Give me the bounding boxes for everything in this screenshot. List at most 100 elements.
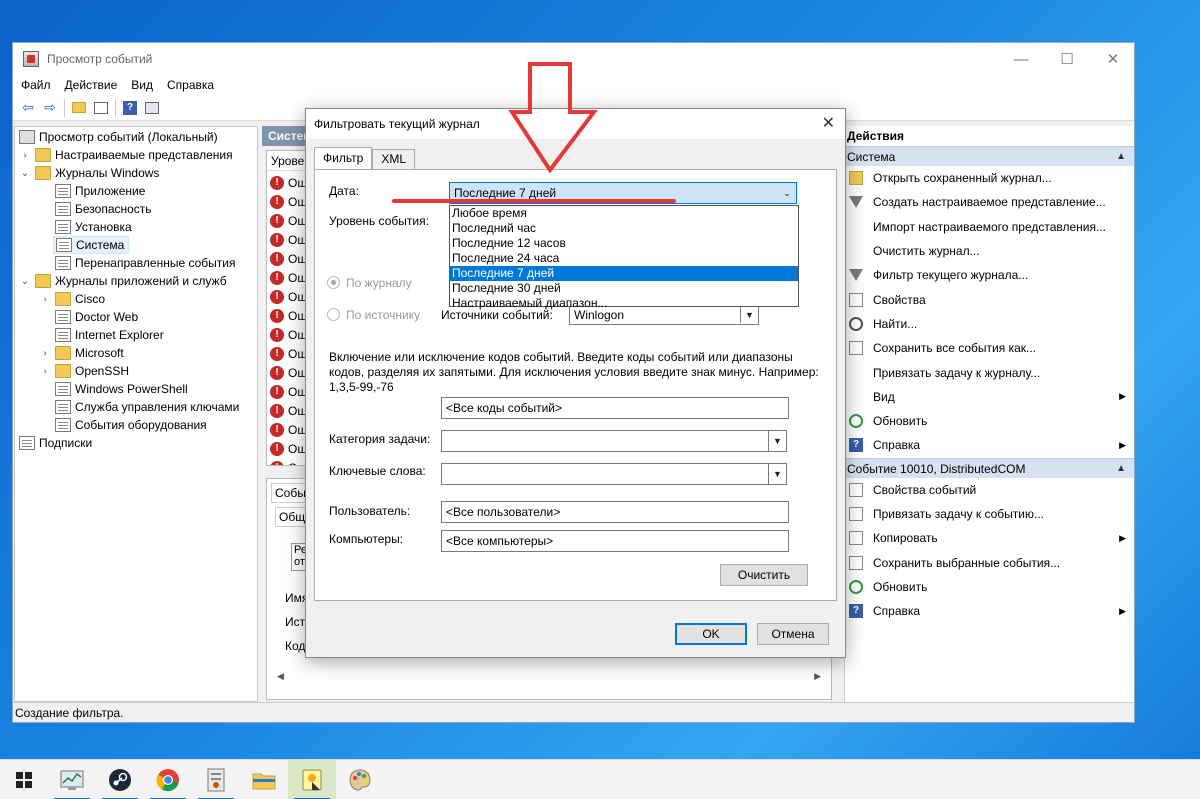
action-item[interactable]: Привязать задачу к журналу... [845,360,1134,384]
event-codes-input[interactable]: <Все коды событий> [441,397,789,419]
action-item[interactable]: Свойства [845,287,1134,311]
menu-view[interactable]: Вид [131,78,153,92]
tree-key-management[interactable]: Служба управления ключами [55,398,239,416]
radio-by-log[interactable] [327,276,340,289]
collapse-triangle-icon[interactable]: ▲ [1116,459,1126,479]
close-button[interactable]: ✕ [1090,43,1136,75]
tree-windows-logs[interactable]: ⌄ Журналы Windows [19,164,159,182]
action-item[interactable]: Очистить журнал... [845,239,1134,263]
ok-button[interactable]: OK [675,623,747,645]
radio-by-source[interactable] [327,308,340,321]
action-item[interactable]: Обновить [845,409,1134,433]
tree-internet-explorer[interactable]: Internet Explorer [55,326,164,344]
tree-log-system[interactable]: Система [53,236,130,254]
tree-doctor-web[interactable]: Doctor Web [55,308,138,326]
paint-app-icon[interactable] [288,759,336,799]
date-option[interactable]: Настраиваемый диапазон... [450,296,798,311]
scroll-right-icon[interactable]: ▶ [814,671,821,682]
tree-app-logs[interactable]: ⌄ Журналы приложений и служб [19,272,227,290]
action-item[interactable]: Открыть сохраненный журнал... [845,166,1134,190]
tree-cisco[interactable]: › Cisco [39,290,105,308]
steam-icon[interactable] [96,760,144,799]
menu-file[interactable]: Файл [21,78,51,92]
tree-microsoft[interactable]: › Microsoft [39,344,124,362]
tree-powershell[interactable]: Windows PowerShell [55,380,188,398]
console-tree-icon[interactable] [90,98,112,118]
task-category-combo[interactable]: ▼ [441,430,787,452]
dialog-close-icon[interactable]: ✕ [822,109,835,139]
doc-icon [849,555,863,570]
back-arrow-icon[interactable]: ⇦ [17,98,39,118]
date-option[interactable]: Любое время [450,206,798,221]
actions-section-event[interactable]: Событие 10010, DistributedCOM ▲ [845,457,1134,479]
action-label: Привязать задачу к событию... [873,507,1044,521]
action-item[interactable]: Копировать ▶ [845,526,1134,550]
folder-icon [35,274,51,288]
action-item[interactable]: Привязать задачу к событию... [845,502,1134,526]
action-item[interactable]: Найти... [845,312,1134,336]
folder-icon [55,346,71,360]
tree-log-security[interactable]: Безопасность [55,200,152,218]
date-option[interactable]: Последние 12 часов [450,236,798,251]
tree-openssh[interactable]: › OpenSSH [39,362,129,380]
event-viewer-icon [19,130,35,144]
action-item[interactable]: Сохранить все события как... [845,336,1134,360]
cancel-button[interactable]: Отмена [757,623,829,645]
action-item[interactable]: Создать настраиваемое представление... [845,190,1134,214]
menu-action[interactable]: Действие [65,78,118,92]
action-label: Импорт настраиваемого представления... [873,219,1106,234]
expand-icon[interactable]: › [39,366,51,377]
tree-log-setup[interactable]: Установка [55,218,132,236]
forward-arrow-icon[interactable]: ⇨ [39,98,61,118]
error-icon: ! [270,213,284,228]
actions-section-system[interactable]: Система ▲ [845,146,1134,166]
folder-up-icon[interactable] [68,98,90,118]
action-item[interactable]: Вид ▶ [845,385,1134,409]
collapse-triangle-icon[interactable]: ▲ [1116,147,1126,167]
user-input[interactable]: <Все пользователи> [441,501,789,523]
windows-start-icon[interactable] [0,760,48,799]
action-item[interactable]: Импорт настраиваемого представления... [845,215,1134,239]
keywords-combo[interactable]: ▼ [441,463,787,485]
tree-hardware-events[interactable]: События оборудования [55,416,207,434]
expand-icon[interactable]: › [19,150,31,161]
tree-log-forwarded[interactable]: Перенаправленные события [55,254,235,272]
scroll-left-icon[interactable]: ◀ [277,671,284,682]
tree-root[interactable]: Просмотр событий (Локальный) [19,128,218,146]
file-explorer-icon[interactable] [240,760,288,799]
tab-filter[interactable]: Фильтр [314,147,373,170]
tree-subscriptions[interactable]: Подписки [19,434,92,452]
date-option[interactable]: Последние 24 часа [450,251,798,266]
expand-icon[interactable]: › [39,348,51,359]
dropdown-arrow-icon[interactable]: ▼ [768,464,786,484]
date-option[interactable]: Последний час [450,221,798,236]
computers-input[interactable]: <Все компьютеры> [441,530,789,552]
chrome-icon[interactable] [144,760,192,799]
event-viewer-icon[interactable] [192,760,240,799]
palette-icon[interactable] [336,760,384,799]
tree-log-application[interactable]: Приложение [55,182,145,200]
minimize-button[interactable]: — [998,43,1044,75]
collapse-icon[interactable]: ⌄ [19,168,31,179]
collapse-icon[interactable]: ⌄ [19,276,31,287]
action-item[interactable]: Фильтр текущего журнала... [845,263,1134,287]
date-option[interactable]: Последние 7 дней [450,266,798,281]
dropdown-arrow-icon[interactable]: ▼ [768,431,786,451]
action-item[interactable]: Свойства событий [845,478,1134,502]
tab-xml[interactable]: XML [372,149,415,169]
horizontal-scrollbar[interactable]: ◀ ▶ [277,671,821,685]
date-option[interactable]: Последние 30 дней [450,281,798,296]
menu-help[interactable]: Справка [167,78,214,92]
maximize-button[interactable]: ☐ [1044,43,1090,75]
action-pane-icon[interactable] [141,98,163,118]
help-icon[interactable]: ? [119,98,141,118]
tree-custom-views[interactable]: › Настраиваемые представления [19,146,233,164]
chevron-down-icon[interactable]: ⌄ [778,183,796,203]
action-item[interactable]: ? Справка ▶ [845,599,1134,623]
resource-monitor-icon[interactable] [48,760,96,799]
action-item[interactable]: ? Справка ▶ [845,433,1134,457]
action-item[interactable]: Обновить [845,575,1134,599]
clear-button[interactable]: Очистить [720,564,808,586]
action-item[interactable]: Сохранить выбранные события... [845,550,1134,574]
expand-icon[interactable]: › [39,294,51,305]
